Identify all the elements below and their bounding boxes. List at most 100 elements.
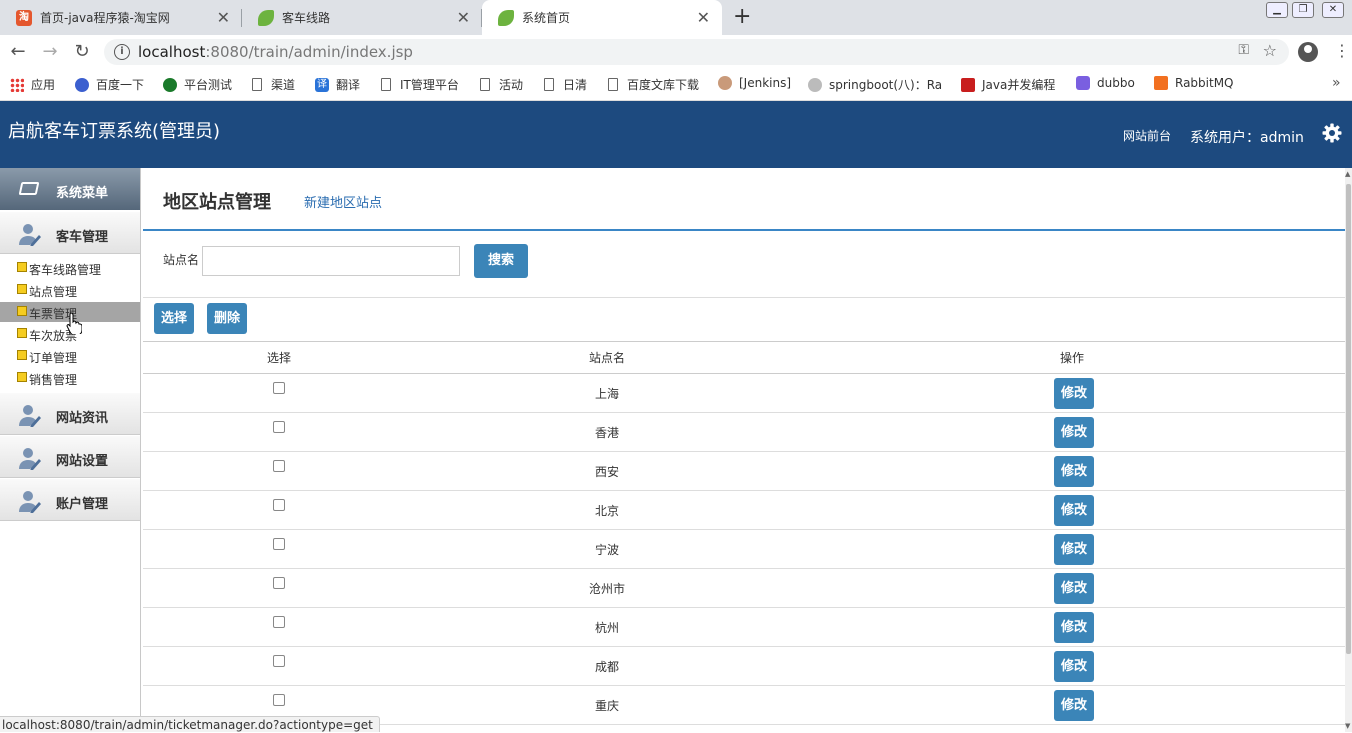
table-header-row: 选择 站点名 操作 [143, 341, 1345, 374]
row-checkbox[interactable] [273, 537, 285, 550]
bookmark-item[interactable]: 平台测试 [163, 76, 232, 93]
edit-button[interactable]: 修改 [1054, 650, 1094, 682]
table-row: 北京 修改 [143, 490, 1345, 530]
url-bar[interactable]: i localhost:8080/train/admin/index.jsp ⚿… [104, 39, 1289, 65]
bookmark-item[interactable]: RabbitMQ [1154, 76, 1234, 90]
select-cell [143, 490, 415, 530]
key-icon[interactable]: ⚿ [1238, 42, 1249, 58]
row-checkbox[interactable] [273, 420, 285, 433]
sidebar-item-routes[interactable]: 客车线路管理 [0, 258, 140, 278]
row-checkbox[interactable] [273, 693, 285, 706]
close-icon[interactable]: ✕ [457, 8, 470, 27]
table-row: 杭州 修改 [143, 607, 1345, 647]
sidebar-section-bus[interactable]: 客车管理 [0, 212, 140, 254]
new-tab-icon[interactable]: + [733, 4, 751, 29]
bookmark-item[interactable]: dubbo [1076, 76, 1135, 90]
tab-bus-routes[interactable]: 客车线路 ✕ [242, 0, 482, 35]
minimize-icon[interactable]: ▁ [1266, 2, 1288, 18]
restore-icon[interactable]: ❐ [1292, 2, 1314, 18]
edit-button[interactable]: 修改 [1054, 416, 1094, 448]
search-button[interactable]: 搜索 [474, 244, 528, 278]
bookmark-item[interactable]: 译翻译 [315, 76, 360, 93]
bookmark-label: 日清 [563, 78, 588, 92]
bookmark-item[interactable]: [Jenkins] [718, 76, 791, 90]
edit-button[interactable]: 修改 [1054, 455, 1094, 487]
bookmark-label: 百度一下 [96, 78, 145, 92]
tab-system-home[interactable]: 系统首页 ✕ [482, 0, 722, 35]
bookmark-item[interactable]: 日清 [544, 76, 587, 93]
bookmark-item[interactable]: IT管理平台 [381, 76, 459, 93]
square-bullet-icon [17, 306, 27, 316]
forward-icon[interactable]: → [40, 42, 60, 62]
scroll-down-icon[interactable]: ▼ [1345, 722, 1350, 730]
select-button[interactable]: 选择 [154, 303, 194, 334]
profile-icon[interactable] [1298, 42, 1318, 62]
c-icon [961, 77, 975, 92]
row-checkbox[interactable] [273, 654, 285, 667]
reload-icon[interactable]: ↻ [72, 42, 92, 62]
bookmark-item[interactable]: 应用 [10, 76, 55, 93]
actions-cell: 修改 [799, 490, 1345, 530]
table-row: 成都 修改 [143, 646, 1345, 686]
edit-button[interactable]: 修改 [1054, 533, 1094, 565]
delete-button[interactable]: 删除 [207, 303, 247, 334]
station-name-search-input[interactable] [202, 246, 460, 276]
blog-icon [808, 77, 822, 92]
sidebar-item-stations[interactable]: 站点管理 [0, 280, 140, 300]
site-info-icon[interactable]: i [114, 44, 130, 60]
sidebar-section-settings[interactable]: 网站设置 [0, 436, 140, 478]
select-cell [143, 373, 415, 413]
square-bullet-icon [17, 328, 27, 338]
bookmark-item[interactable]: 活动 [480, 76, 523, 93]
row-checkbox[interactable] [273, 381, 285, 394]
new-station-link[interactable]: 新建地区站点 [304, 192, 382, 211]
close-window-icon[interactable]: ✕ [1322, 2, 1344, 18]
close-icon[interactable]: ✕ [217, 8, 230, 27]
edit-button[interactable]: 修改 [1054, 572, 1094, 604]
square-bullet-icon [17, 262, 27, 272]
taobao-icon: 淘 [16, 9, 32, 26]
browser-menu-icon[interactable]: ⋮ [1334, 41, 1350, 61]
gear-icon[interactable] [1322, 123, 1342, 143]
bookmark-item[interactable]: 百度文库下载 [608, 76, 699, 93]
app-header: 启航客车订票系统(管理员) 网站前台 系统用户：admin [0, 101, 1352, 168]
tab-title: 系统首页 [522, 11, 571, 25]
bookmark-item[interactable]: springboot(八)：Ra [808, 76, 943, 93]
bookmark-label: RabbitMQ [1175, 76, 1234, 90]
tab-taobao[interactable]: 淘 首页-java程序猿-淘宝网 ✕ [0, 0, 242, 35]
row-checkbox[interactable] [273, 498, 285, 511]
back-icon[interactable]: ← [8, 42, 28, 62]
sidebar-item-orders[interactable]: 订单管理 [0, 346, 140, 366]
page-icon [252, 78, 262, 91]
bookmark-label: [Jenkins] [739, 76, 792, 90]
bookmark-item[interactable]: 渠道 [252, 76, 295, 93]
main-content: 地区站点管理 新建地区站点 站点名 搜索 选择 删除 选择 站点名 操作 上海修… [143, 168, 1345, 732]
actions-cell: 修改 [799, 451, 1345, 491]
row-checkbox[interactable] [273, 576, 285, 589]
edit-button[interactable]: 修改 [1054, 377, 1094, 409]
scroll-up-icon[interactable]: ▲ [1345, 170, 1350, 178]
scrollbar-thumb[interactable] [1346, 184, 1351, 654]
vertical-scrollbar[interactable]: ▲ ▼ [1345, 168, 1352, 732]
bookmark-item[interactable]: Java并发编程 [961, 76, 1055, 93]
edit-button[interactable]: 修改 [1054, 494, 1094, 526]
url-host: localhost [138, 43, 206, 61]
sidebar-section-news[interactable]: 网站资讯 [0, 393, 140, 435]
row-checkbox[interactable] [273, 615, 285, 628]
edit-button[interactable]: 修改 [1054, 611, 1094, 643]
close-icon[interactable]: ✕ [697, 8, 710, 27]
user-edit-icon [19, 491, 41, 513]
bookmark-star-icon[interactable]: ☆ [1263, 41, 1277, 60]
page-icon [608, 78, 618, 91]
select-cell [143, 568, 415, 608]
bookmark-label: 应用 [31, 78, 56, 92]
url-path: :8080/train/admin/index.jsp [205, 43, 413, 61]
site-front-link[interactable]: 网站前台 [1123, 127, 1171, 144]
sidebar-section-accounts[interactable]: 账户管理 [0, 479, 140, 521]
edit-button[interactable]: 修改 [1054, 689, 1094, 721]
row-checkbox[interactable] [273, 459, 285, 472]
more-bookmarks-icon[interactable]: » [1332, 75, 1341, 91]
actions-cell: 修改 [799, 529, 1345, 569]
bookmark-item[interactable]: 百度一下 [75, 76, 144, 93]
sidebar-item-sales[interactable]: 销售管理 [0, 368, 140, 388]
